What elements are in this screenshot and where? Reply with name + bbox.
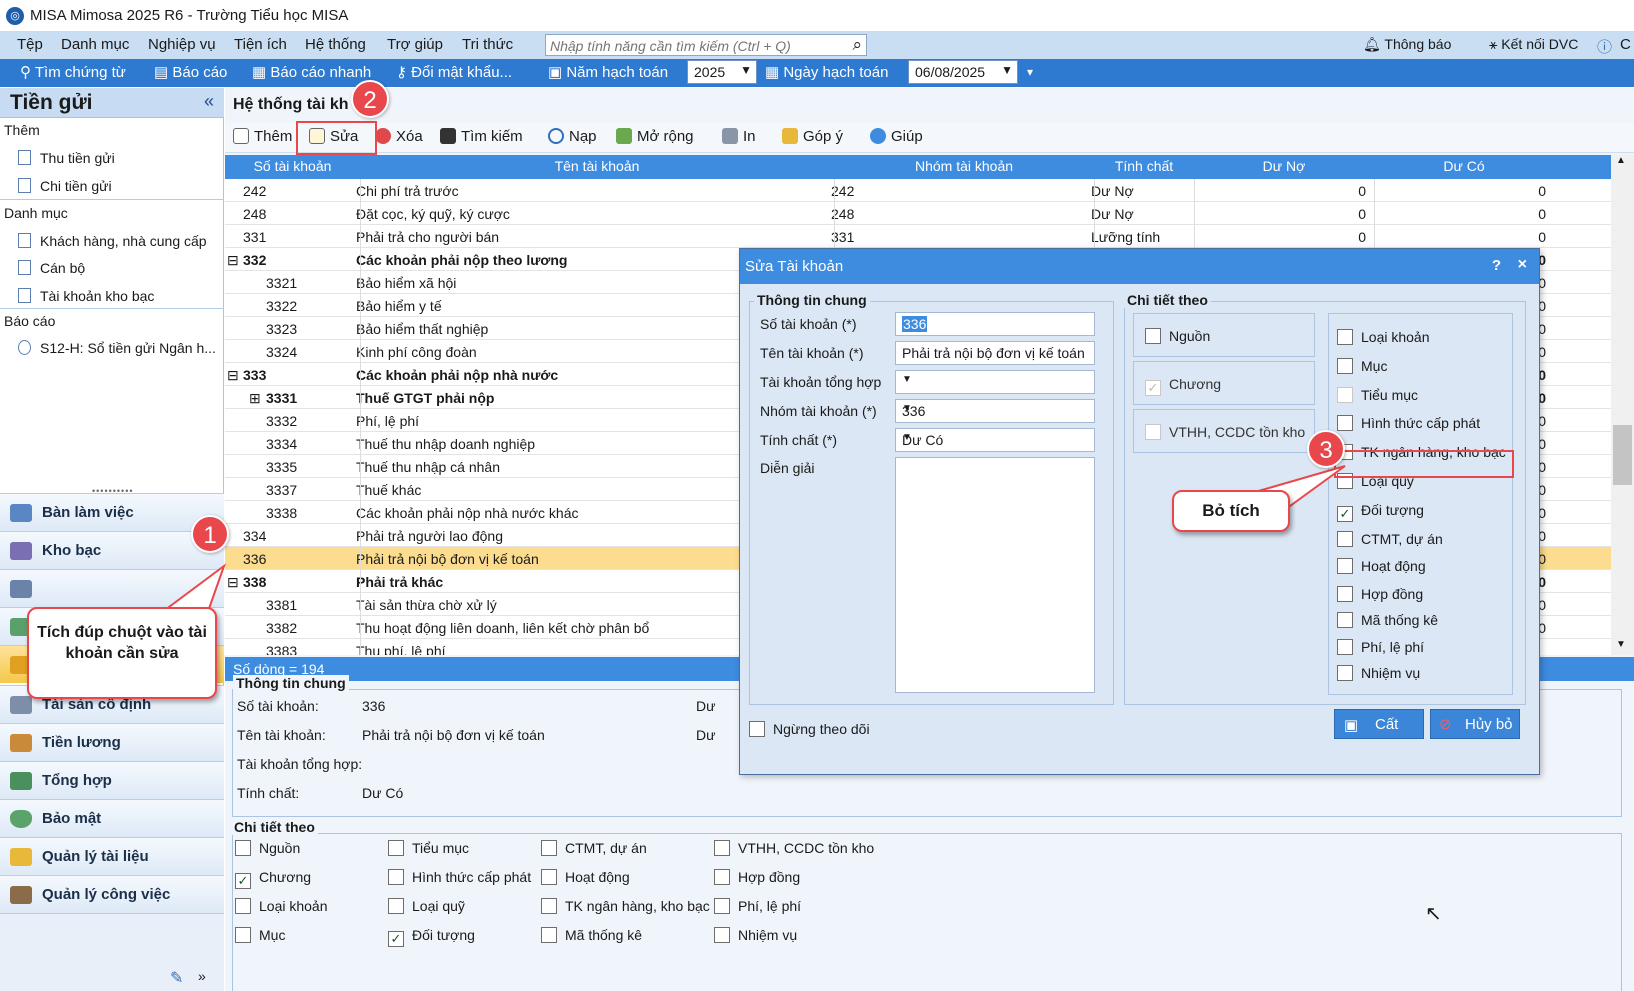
mouse-cursor-icon: ↖ xyxy=(1425,903,1442,925)
step1-badge: 1 xyxy=(191,515,229,553)
callout-step1-text: Tích đúp chuột vào tài khoản cần sửa xyxy=(37,624,207,662)
step3-badge: 3 xyxy=(1307,430,1345,468)
callout-step1: Tích đúp chuột vào tài khoản cần sửa xyxy=(27,607,217,699)
callout-step3: Bỏ tích xyxy=(1172,490,1290,532)
callout-pointers xyxy=(162,465,1346,622)
step2-badge: 2 xyxy=(351,80,389,118)
callout-step3-text: Bỏ tích xyxy=(1202,501,1260,520)
